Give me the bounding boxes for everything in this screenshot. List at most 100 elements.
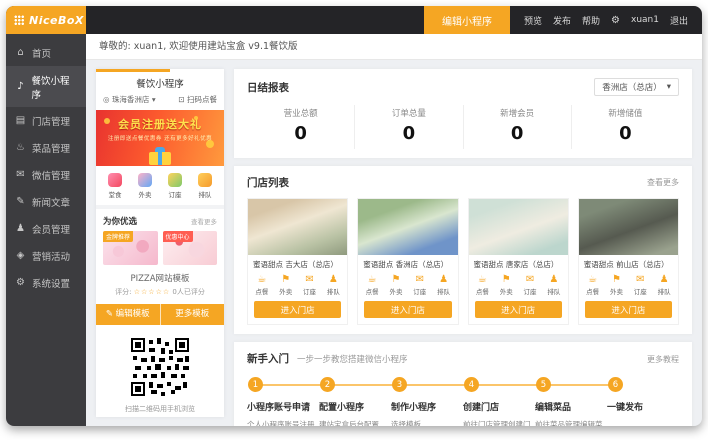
- sidebar-item-home[interactable]: ⌂ 首页: [6, 39, 86, 66]
- order-icon: ☕: [257, 274, 266, 285]
- store-card: 蜜语甜点 香洲店（总店） ☕点餐 ⚑外卖 ✉订座 ♟排队 进入门店: [357, 198, 458, 325]
- report-title: 日结报表: [247, 80, 289, 95]
- sidebar-label: 会员管理: [32, 222, 70, 236]
- more-templates-button[interactable]: 更多模板: [161, 304, 225, 325]
- location-selector[interactable]: ◎ 珠海香洲店 ▾: [103, 94, 156, 105]
- quick-action-queue[interactable]: 排队: [198, 173, 212, 199]
- sidebar-item-member-management[interactable]: ♟ 会员管理: [6, 215, 86, 242]
- store-action-queue[interactable]: ♟排队: [547, 274, 560, 296]
- booking-icon: ✉: [636, 274, 644, 285]
- stat-total-revenue: 营业总额 0: [247, 105, 354, 149]
- username[interactable]: xuan1: [631, 15, 659, 25]
- featured-more-link[interactable]: 查看更多: [191, 216, 217, 226]
- store-action-booking[interactable]: ✉订座: [413, 274, 426, 296]
- stat-label: 营业总额: [247, 107, 354, 119]
- sidebar-label: 餐饮小程序: [32, 73, 77, 101]
- step-item: 选择模板: [391, 419, 463, 426]
- home-icon: ⌂: [15, 47, 26, 58]
- takeout-icon: [138, 173, 152, 187]
- sidebar-item-restaurant-miniprogram[interactable]: ♪ 餐饮小程序: [6, 66, 86, 107]
- stores-more-link[interactable]: 查看更多: [647, 177, 679, 188]
- store-action-order[interactable]: ☕点餐: [476, 274, 489, 296]
- sidebar-label: 菜品管理: [32, 141, 70, 155]
- action-label: 外卖: [279, 286, 292, 296]
- delivery-icon: ⚑: [502, 274, 511, 285]
- sidebar-label: 新闻文章: [32, 195, 70, 209]
- sidebar-item-wechat-management[interactable]: ✉ 微信管理: [6, 161, 86, 188]
- location-icon: ◎: [103, 95, 110, 104]
- sidebar-label: 门店管理: [32, 114, 70, 128]
- enter-store-button[interactable]: 进入门店: [585, 301, 672, 318]
- store-action-delivery[interactable]: ⚑外卖: [500, 274, 513, 296]
- quick-action-takeout[interactable]: 外卖: [138, 173, 152, 199]
- action-label: 排队: [437, 286, 450, 296]
- enter-store-button[interactable]: 进入门店: [254, 301, 341, 318]
- main-area: 尊敬的: xuan1, 欢迎使用建站宝盒 v9.1餐饮版 餐饮小程序 ◎ 珠海香…: [86, 34, 702, 426]
- store-action-queue[interactable]: ♟排队: [327, 274, 340, 296]
- edit-template-button[interactable]: ✎ 编辑模板: [96, 304, 161, 325]
- promo-banner[interactable]: 会员注册送大礼 注册即送点餐优惠券 还有更多好礼优惠: [96, 110, 224, 166]
- store-name: 蜜语甜点 前山店（总店）: [579, 255, 678, 272]
- store-action-delivery[interactable]: ⚑外卖: [389, 274, 402, 296]
- store-photo: [248, 199, 347, 255]
- store-action-queue[interactable]: ♟排队: [437, 274, 450, 296]
- store-action-booking[interactable]: ✉订座: [303, 274, 316, 296]
- sidebar-item-news-articles[interactable]: ✎ 新闻文章: [6, 188, 86, 215]
- action-label: 外卖: [389, 286, 402, 296]
- edit-miniprogram-button[interactable]: 编辑小程序: [424, 6, 510, 34]
- quick-action-reserve[interactable]: 订座: [168, 173, 182, 199]
- onboarding-step-5: 5 编辑菜品 前往菜品管理编辑菜品: [535, 377, 607, 426]
- menu-logout[interactable]: 退出: [670, 14, 688, 27]
- featured-badge-2: 优惠中心: [163, 231, 193, 242]
- app-window: NiceBoX 编辑小程序 预览 发布 帮助 ⚙ xuan1 退出 ⌂ 首页 ♪…: [6, 6, 702, 426]
- action-label: 订座: [303, 286, 316, 296]
- grid-icon: [14, 15, 24, 25]
- store-action-booking[interactable]: ✉订座: [524, 274, 537, 296]
- featured-image-2[interactable]: 优惠中心: [163, 231, 218, 265]
- store-action-order[interactable]: ☕点餐: [366, 274, 379, 296]
- sidebar-item-system-settings[interactable]: ⚙ 系统设置: [6, 269, 86, 296]
- action-label: 点餐: [586, 286, 599, 296]
- menu-publish[interactable]: 发布: [553, 14, 571, 27]
- sidebar-item-store-management[interactable]: ▤ 门店管理: [6, 107, 86, 134]
- onboarding-card: 新手入门 一步一步教您搭建微信小程序 更多教程 1 小程序账号申请 个人小程序账…: [234, 342, 692, 426]
- store-action-order[interactable]: ☕点餐: [255, 274, 268, 296]
- store-card: 蜜语甜点 吉大店（总店） ☕点餐 ⚑外卖 ✉订座 ♟排队 进入门店: [247, 198, 348, 325]
- menu-help[interactable]: 帮助: [582, 14, 600, 27]
- step-item: 前往菜品管理编辑菜品: [535, 419, 607, 426]
- enter-store-button[interactable]: 进入门店: [475, 301, 562, 318]
- stat-label: 新增储值: [572, 107, 679, 119]
- action-label: 订座: [413, 286, 426, 296]
- action-label: 点餐: [476, 286, 489, 296]
- featured-image-1[interactable]: 金牌推荐: [103, 231, 158, 265]
- order-icon: ☕: [478, 274, 487, 285]
- phone-preview-panel: 餐饮小程序 ◎ 珠海香洲店 ▾ ⊡ 扫码点餐: [96, 69, 224, 417]
- topbar-right: 编辑小程序 预览 发布 帮助 ⚙ xuan1 退出: [424, 6, 702, 34]
- coin-decoration: [206, 140, 214, 148]
- quick-action-dine-in[interactable]: 堂食: [108, 173, 122, 199]
- sidebar: ⌂ 首页 ♪ 餐饮小程序 ▤ 门店管理 ♨ 菜品管理 ✉ 微信管理 ✎ 新闻文章: [6, 34, 86, 426]
- caret-down-icon: ▾: [152, 95, 156, 104]
- store-action-booking[interactable]: ✉订座: [634, 274, 647, 296]
- store-action-order[interactable]: ☕点餐: [586, 274, 599, 296]
- store-action-delivery[interactable]: ⚑外卖: [610, 274, 623, 296]
- action-label: 排队: [327, 286, 340, 296]
- scan-order-link[interactable]: ⊡ 扫码点餐: [178, 94, 217, 105]
- store-action-queue[interactable]: ♟排队: [658, 274, 671, 296]
- queue-icon: [198, 173, 212, 187]
- store-photo: [469, 199, 568, 255]
- enter-store-button[interactable]: 进入门店: [364, 301, 451, 318]
- gear-icon[interactable]: ⚙: [611, 15, 620, 26]
- menu-preview[interactable]: 预览: [524, 14, 542, 27]
- store-filter-value: 香洲店（总店）: [602, 81, 662, 93]
- dine-in-icon: [108, 173, 122, 187]
- sidebar-item-dish-management[interactable]: ♨ 菜品管理: [6, 134, 86, 161]
- store-filter-dropdown[interactable]: 香洲店（总店） ▾: [594, 78, 679, 96]
- store-name: 蜜语甜点 吉大店（总店）: [248, 255, 347, 272]
- sidebar-item-marketing[interactable]: ◈ 营销活动: [6, 242, 86, 269]
- daily-report-card: 日结报表 香洲店（总店） ▾ 营业总额 0: [234, 69, 692, 158]
- step-number-badge: 1: [248, 377, 263, 392]
- store-action-delivery[interactable]: ⚑外卖: [279, 274, 292, 296]
- rating-prefix: 评分:: [115, 288, 131, 296]
- more-tutorials-link[interactable]: 更多教程: [647, 354, 679, 365]
